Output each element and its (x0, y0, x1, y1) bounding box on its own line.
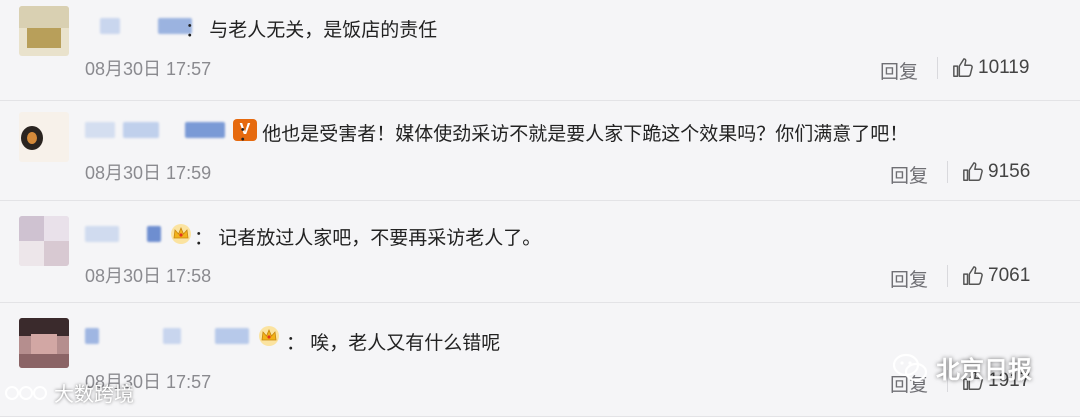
divider (947, 265, 948, 287)
reply-button[interactable]: 回复 (890, 265, 928, 292)
divider (937, 57, 938, 79)
watermark-right-text: 北京日报 (936, 357, 1032, 384)
username-blurred[interactable] (85, 224, 193, 244)
crown-icon (259, 326, 279, 346)
wechat-icon (892, 353, 928, 381)
username-blurred[interactable]: V (85, 119, 257, 141)
comment-item: ： 与老人无关，是饭店的责任 08月30日 17:57 回复 10119 (0, 0, 1080, 101)
username-blurred[interactable] (100, 16, 192, 36)
like-count: 7061 (988, 265, 1031, 286)
thumbs-up-icon (953, 58, 973, 77)
comment-timestamp: 08月30日 17:58 (85, 266, 212, 286)
crown-icon (171, 224, 191, 244)
like-count: 9156 (988, 161, 1031, 182)
reply-button[interactable]: 回复 (890, 161, 928, 188)
comment-text: ： 他也是受害者！媒体使劲采访不就是要人家下跪这个效果吗？你们满意了吧！ (238, 124, 909, 145)
avatar[interactable] (19, 216, 69, 266)
comment-item: V ： 他也是受害者！媒体使劲采访不就是要人家下跪这个效果吗？你们满意了吧！ 0… (0, 100, 1080, 201)
like-button[interactable]: 10119 (952, 57, 1029, 79)
reply-button[interactable]: 回复 (880, 57, 918, 84)
divider (947, 161, 948, 183)
comment-text: ： 记者放过人家吧，不要再采访老人了。 (194, 228, 542, 249)
avatar[interactable] (19, 112, 69, 162)
avatar[interactable] (19, 6, 69, 56)
comment-timestamp: 08月30日 17:59 (85, 163, 212, 183)
comment-item: ： 记者放过人家吧，不要再采访老人了。 08月30日 17:58 回复 7061 (0, 202, 1080, 303)
avatar[interactable] (19, 318, 69, 368)
comment-text: ： 唉，老人又有什么错呢 (286, 333, 501, 354)
thumbs-up-icon (963, 266, 983, 285)
watermark-left-text: 大数跨境 (54, 384, 134, 406)
watermark-right: 北京日报 (892, 350, 1032, 385)
like-button[interactable]: 7061 (962, 265, 1030, 287)
watermark-left: 大数跨境 (4, 378, 134, 407)
comment-timestamp: 08月30日 17:57 (85, 59, 212, 79)
username-blurred[interactable] (85, 326, 281, 346)
logo-icon (5, 385, 47, 400)
thumbs-up-icon (963, 162, 983, 181)
comment-text: ： 与老人无关，是饭店的责任 (185, 20, 438, 41)
like-count: 10119 (978, 57, 1030, 78)
like-button[interactable]: 9156 (962, 161, 1030, 183)
